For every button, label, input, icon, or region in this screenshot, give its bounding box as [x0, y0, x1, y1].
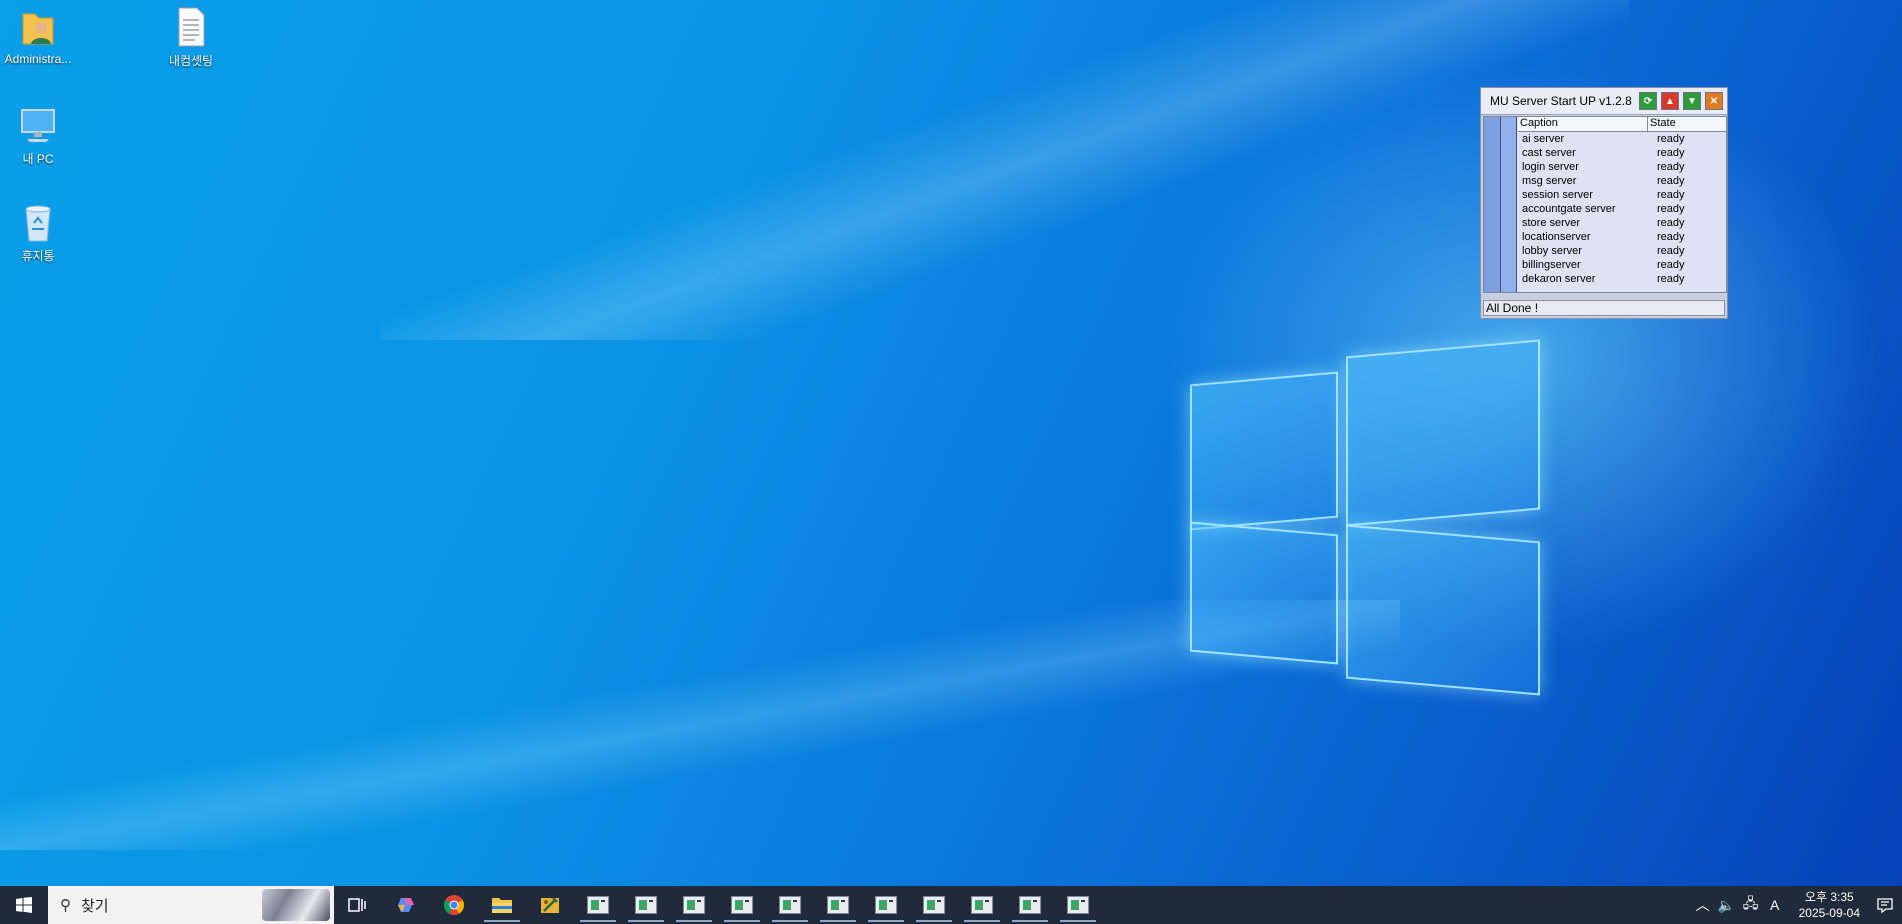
taskbar-app-window-2[interactable] — [622, 886, 670, 924]
refresh-icon: ⟳ — [1643, 95, 1653, 107]
computer-icon — [17, 104, 59, 146]
chrome-button[interactable] — [430, 886, 478, 924]
server-list-panel: Caption State ai server ready cast server… — [1483, 116, 1727, 293]
user-folder-icon — [17, 6, 59, 48]
volume-icon[interactable]: 🔈 — [1715, 897, 1739, 914]
taskbar-app-window-4[interactable] — [718, 886, 766, 924]
list-item[interactable]: billingserver ready — [1518, 258, 1726, 272]
taskbar-app-window-9[interactable] — [958, 886, 1006, 924]
app-window-icon — [635, 896, 657, 914]
side-strip — [1484, 117, 1501, 292]
window-titlebar[interactable]: MU Server Start UP v1.2.8 ⟳ ▲ ▼ ✕ — [1481, 88, 1727, 115]
file-explorer-icon — [492, 898, 512, 913]
clock-date: 2025-09-04 — [1798, 906, 1860, 920]
task-view-icon — [348, 898, 366, 912]
desktop-icon-recycle-bin[interactable]: 휴지통 — [0, 201, 80, 264]
app-window-icon — [1067, 896, 1089, 914]
app-window-icon — [827, 896, 849, 914]
windows-wallpaper-logo — [1190, 328, 1542, 696]
app-window-icon — [923, 896, 945, 914]
app-window-icon — [731, 896, 753, 914]
notification-icon — [1877, 898, 1893, 913]
chrome-icon — [444, 895, 464, 915]
copilot-icon — [398, 898, 414, 912]
list-item[interactable]: login server ready — [1518, 160, 1726, 174]
taskbar-app-window-11[interactable] — [1054, 886, 1102, 924]
app-window-icon — [971, 896, 993, 914]
search-placeholder: 찾기 — [81, 897, 109, 915]
text-document-icon — [170, 6, 212, 48]
side-strip — [1501, 117, 1517, 292]
taskbar-app-window-5[interactable] — [766, 886, 814, 924]
tools-icon — [541, 897, 559, 913]
search-highlight-image — [262, 889, 330, 921]
desktop-icon-administrator[interactable]: Administra... — [0, 6, 80, 66]
list-header: Caption State — [1518, 117, 1726, 132]
taskbar-clock[interactable]: 오후 3:35 2025-09-04 — [1799, 889, 1860, 921]
server-list[interactable]: Caption State ai server ready cast server… — [1518, 117, 1726, 292]
file-explorer-button[interactable] — [478, 886, 526, 924]
task-view-button[interactable] — [334, 886, 382, 924]
desktop-icon-settings-doc[interactable]: 내컴셋팅 — [149, 6, 233, 69]
app-window-icon — [683, 896, 705, 914]
move-up-button[interactable]: ▲ — [1661, 92, 1679, 110]
windows-start-icon — [16, 897, 32, 913]
list-item[interactable]: store server ready — [1518, 216, 1726, 230]
clock-time: 오후 3:35 — [1804, 890, 1854, 904]
notification-center-button[interactable] — [1872, 894, 1898, 916]
taskbar-app-window-1[interactable] — [574, 886, 622, 924]
status-bar: All Done ! — [1483, 300, 1725, 316]
app-window-icon — [1019, 896, 1041, 914]
arrow-down-icon: ▼ — [1687, 95, 1697, 107]
app-window-icon — [875, 896, 897, 914]
list-item[interactable]: session server ready — [1518, 188, 1726, 202]
list-item[interactable]: msg server ready — [1518, 174, 1726, 188]
list-item[interactable]: locationserver ready — [1518, 230, 1726, 244]
desktop-icon-this-pc[interactable]: 내 PC — [0, 104, 80, 167]
show-hidden-icons-chevron-icon[interactable]: ︿ — [1691, 895, 1715, 915]
list-item[interactable]: accountgate server ready — [1518, 202, 1726, 216]
mu-server-startup-window: MU Server Start UP v1.2.8 ⟳ ▲ ▼ ✕ Captio… — [1480, 87, 1728, 319]
taskbar-app-window-10[interactable] — [1006, 886, 1054, 924]
taskbar: ⚲ 찾기 ︿ 🔈 🖧 A 오후 3:35 2025-09-04 — [0, 886, 1902, 924]
close-icon: ✕ — [1709, 95, 1719, 107]
list-item[interactable]: lobby server ready — [1518, 244, 1726, 258]
app-window-icon — [779, 896, 801, 914]
input-method-indicator[interactable]: A — [1763, 897, 1787, 913]
recycle-bin-icon — [17, 201, 59, 243]
taskbar-app-window-3[interactable] — [670, 886, 718, 924]
arrow-up-icon: ▲ — [1665, 95, 1675, 107]
app-window-icon — [587, 896, 609, 914]
taskbar-app-window-8[interactable] — [910, 886, 958, 924]
taskbar-search-box[interactable]: ⚲ 찾기 — [48, 886, 334, 924]
move-down-button[interactable]: ▼ — [1683, 92, 1701, 110]
taskbar-app-window-7[interactable] — [862, 886, 910, 924]
tools-app-button[interactable] — [526, 886, 574, 924]
wallpaper-light-beam — [380, 0, 1630, 340]
list-item[interactable]: ai server ready — [1518, 132, 1726, 146]
network-icon[interactable]: 🖧 — [1739, 893, 1763, 917]
list-item[interactable]: dekaron server ready — [1518, 272, 1726, 286]
copilot-button[interactable] — [382, 886, 430, 924]
taskbar-app-window-6[interactable] — [814, 886, 862, 924]
close-button[interactable]: ✕ — [1705, 92, 1723, 110]
column-header-caption[interactable]: Caption — [1518, 117, 1648, 131]
system-tray: ︿ 🔈 🖧 A 오후 3:35 2025-09-04 — [1691, 886, 1902, 924]
refresh-button[interactable]: ⟳ — [1639, 92, 1657, 110]
column-header-state[interactable]: State — [1648, 117, 1726, 131]
search-icon: ⚲ — [60, 897, 71, 914]
list-item[interactable]: cast server ready — [1518, 146, 1726, 160]
start-button[interactable] — [0, 886, 48, 924]
window-title: MU Server Start UP v1.2.8 — [1490, 94, 1632, 108]
